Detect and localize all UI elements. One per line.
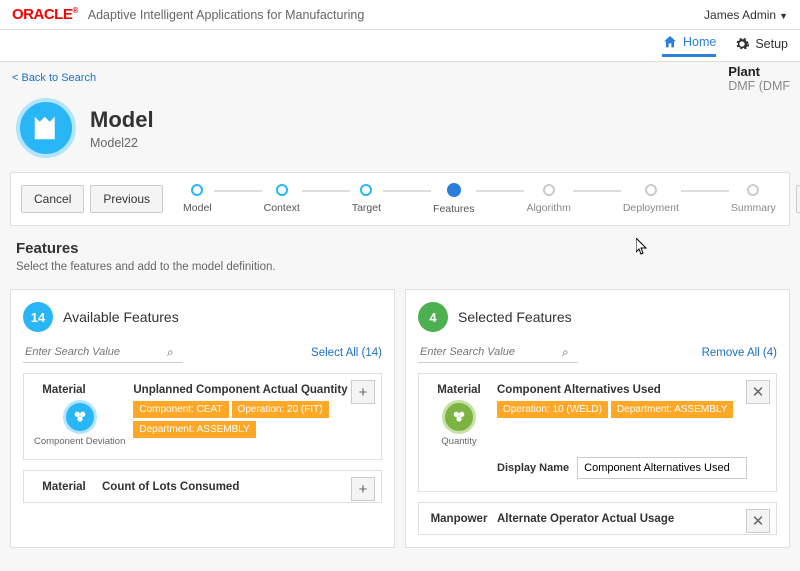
select-all-link[interactable]: Select All (14) xyxy=(311,347,382,359)
page-title: Model xyxy=(90,107,154,133)
step-model[interactable]: Model xyxy=(183,184,212,214)
feature-card: + Material Count of Lots Consumed xyxy=(23,470,382,503)
feature-title: Alternate Operator Actual Usage xyxy=(497,513,766,525)
plant-info: Plant DMF (DMF xyxy=(728,64,790,93)
user-menu[interactable]: James Admin▼ xyxy=(704,8,788,22)
search-icon[interactable]: ⌕ xyxy=(167,345,174,360)
model-name: Model22 xyxy=(90,136,154,150)
add-feature-button[interactable]: + xyxy=(351,477,375,501)
available-count-badge: 14 xyxy=(23,302,53,332)
section-header: Features Select the features and add to … xyxy=(0,226,800,281)
feature-title: Component Alternatives Used xyxy=(497,384,766,396)
oracle-logo: ORACLE® xyxy=(12,6,78,23)
feature-category: Material xyxy=(34,481,94,493)
caret-down-icon: ▼ xyxy=(779,11,788,21)
display-name-input[interactable] xyxy=(577,457,747,479)
plant-value: DMF (DMF xyxy=(728,79,790,93)
remove-feature-button[interactable]: ✕ xyxy=(746,509,770,533)
step-context[interactable]: Context xyxy=(264,184,300,214)
next-button[interactable]: Next xyxy=(796,185,800,213)
remove-feature-button[interactable]: ✕ xyxy=(746,380,770,404)
global-header: ORACLE® Adaptive Intelligent Application… xyxy=(0,0,800,30)
home-icon xyxy=(662,34,678,50)
app-title: Adaptive Intelligent Applications for Ma… xyxy=(88,8,365,22)
available-features-panel: 14 Available Features ⌕ Select All (14) … xyxy=(10,289,395,548)
selected-features-panel: 4 Selected Features ⌕ Remove All (4) ✕ M… xyxy=(405,289,790,548)
add-feature-button[interactable]: + xyxy=(351,380,375,404)
search-icon[interactable]: ⌕ xyxy=(562,345,569,360)
step-target[interactable]: Target xyxy=(352,184,381,214)
material-icon xyxy=(63,400,97,434)
feature-tag: Department: ASSEMBLY xyxy=(133,421,255,438)
feature-card: ✕ Material Quantity Component Alternativ… xyxy=(418,373,777,492)
remove-all-link[interactable]: Remove All (4) xyxy=(702,347,777,359)
selected-count-badge: 4 xyxy=(418,302,448,332)
nav-home[interactable]: Home xyxy=(662,34,716,57)
feature-category: Material xyxy=(429,384,489,396)
step-deployment[interactable]: Deployment xyxy=(623,184,679,214)
feature-tag: Component: CEAT xyxy=(133,401,228,418)
feature-tag: Operation: 20 (FIT) xyxy=(232,401,329,418)
gear-icon xyxy=(734,36,750,52)
breadcrumb: < Back to Search xyxy=(0,62,800,92)
feature-category: Manpower xyxy=(429,513,489,525)
step-panel: Cancel Previous Model Context Target Fea… xyxy=(10,172,790,226)
feature-tag: Department: ASSEMBLY xyxy=(611,401,733,418)
feature-card: ✕ Manpower Alternate Operator Actual Usa… xyxy=(418,502,777,535)
nav-setup[interactable]: Setup xyxy=(734,36,788,56)
section-title: Features xyxy=(16,240,784,257)
step-summary[interactable]: Summary xyxy=(731,184,776,214)
selected-title: Selected Features xyxy=(458,309,572,325)
material-icon xyxy=(442,400,476,434)
feature-card: + Material Component Deviation Unplanned… xyxy=(23,373,382,460)
feature-title: Count of Lots Consumed xyxy=(102,481,371,493)
model-header: Model Model22 xyxy=(0,92,800,172)
cancel-button[interactable]: Cancel xyxy=(21,185,84,213)
plant-label: Plant xyxy=(728,64,790,79)
category-label: Quantity xyxy=(429,436,489,447)
model-icon xyxy=(16,98,76,158)
feature-title: Unplanned Component Actual Quantity xyxy=(133,384,371,396)
step-algorithm[interactable]: Algorithm xyxy=(526,184,570,214)
section-desc: Select the features and add to the model… xyxy=(16,261,784,273)
category-label: Component Deviation xyxy=(34,436,125,447)
available-search-input[interactable] xyxy=(23,342,183,363)
display-name-label: Display Name xyxy=(497,462,569,474)
wizard-steps: Model Context Target Features Algorithm … xyxy=(183,183,776,215)
feature-category: Material xyxy=(34,384,94,396)
navbar: Home Setup xyxy=(0,30,800,62)
selected-search-input[interactable] xyxy=(418,342,578,363)
previous-button[interactable]: Previous xyxy=(90,185,163,213)
back-to-search-link[interactable]: < Back to Search xyxy=(12,72,96,84)
feature-tag: Operation: 10 (WELD) xyxy=(497,401,608,418)
available-title: Available Features xyxy=(63,309,179,325)
step-features[interactable]: Features xyxy=(433,183,474,215)
